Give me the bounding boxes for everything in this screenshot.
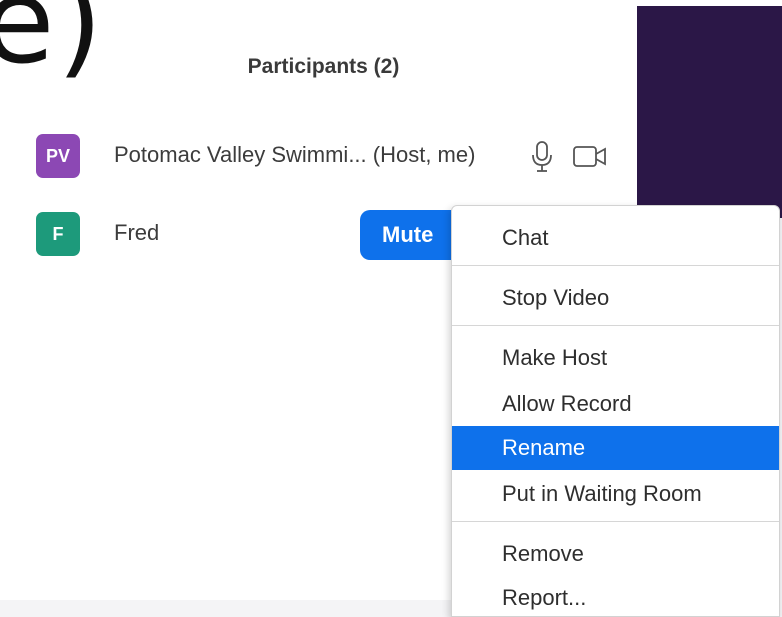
microphone-icon[interactable] (530, 140, 554, 174)
participant-name: Potomac Valley Swimmi... (Host, me) (114, 142, 476, 167)
avatar: F (36, 212, 80, 256)
participant-row[interactable]: PV Potomac Valley Swimmi... (Host, me) (0, 130, 637, 186)
menu-item-put-in-waiting-room[interactable]: Put in Waiting Room (452, 472, 779, 516)
participants-title: Participants (2) (247, 55, 400, 78)
mute-button[interactable]: Mute (360, 210, 464, 260)
menu-item-allow-record[interactable]: Allow Record (452, 382, 779, 426)
menu-separator (452, 521, 779, 522)
menu-item-make-host[interactable]: Make Host (452, 336, 779, 380)
menu-item-stop-video[interactable]: Stop Video (452, 276, 779, 320)
menu-item-chat[interactable]: Chat (452, 216, 779, 260)
participants-header: Participants (2) (0, 55, 637, 79)
menu-item-rename[interactable]: Rename (452, 426, 779, 470)
video-camera-icon[interactable] (572, 144, 608, 170)
video-panel (637, 6, 782, 218)
menu-item-remove[interactable]: Remove (452, 532, 779, 576)
menu-separator (452, 325, 779, 326)
avatar: PV (36, 134, 80, 178)
menu-item-report[interactable]: Report... (452, 576, 779, 616)
menu-separator (452, 265, 779, 266)
participant-context-menu: Chat Stop Video Make Host Allow Record R… (451, 205, 780, 617)
participant-name: Fred (114, 220, 160, 245)
